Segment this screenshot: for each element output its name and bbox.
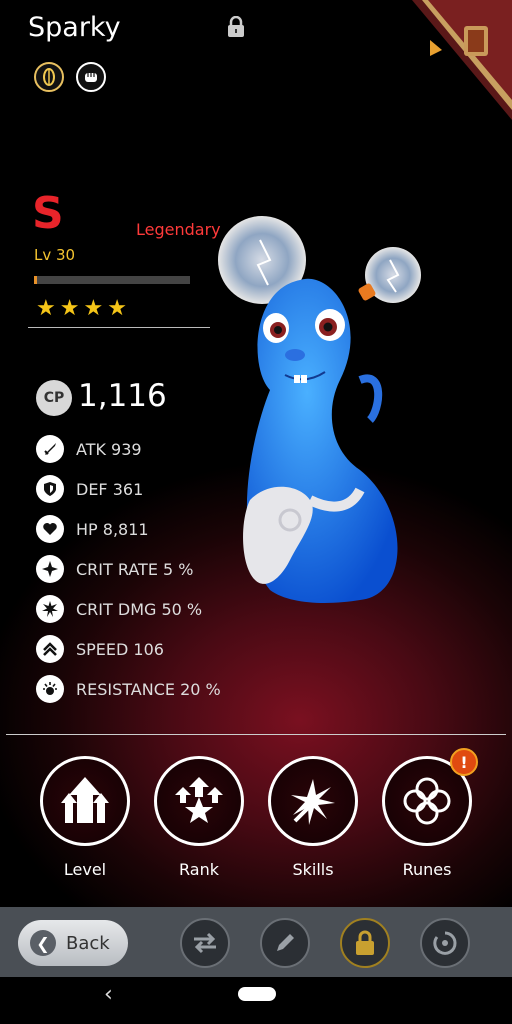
heart-icon [36,515,64,543]
lock-icon[interactable] [226,16,246,38]
rank-button[interactable] [154,756,244,846]
stat-atk: ATK 939 [36,434,142,464]
divider [6,734,506,735]
back-button-label: Back [66,932,110,954]
level-button[interactable] [40,756,130,846]
fist-icon[interactable] [76,62,106,92]
star-icon: ★ [107,296,127,321]
skills-button-label: Skills [292,860,334,879]
level-button-label: Level [63,860,107,879]
back-button[interactable]: ❮ Back [18,920,128,966]
divider [28,327,210,328]
rank-star-icon [175,777,223,823]
runes-knot-icon [403,777,451,825]
swap-arrows-icon [194,932,216,954]
xp-bar-fill [34,276,38,284]
cp-badge: CP [36,380,72,416]
swap-button[interactable] [180,918,230,968]
element-icon[interactable] [34,62,64,92]
level-label: Lv 30 [34,246,76,264]
rank-button-label: Rank [179,860,219,879]
monster-name: Sparky [28,12,121,43]
recycle-button[interactable] [420,918,470,968]
system-home-pill[interactable] [238,987,276,1001]
padlock-icon [356,930,374,955]
runes-alert-badge: ! [450,748,478,776]
monster-illustration [218,216,421,603]
lock-button[interactable] [340,918,390,968]
stat-crit-dmg: CRIT DMG 50 % [36,594,202,624]
resistance-icon [36,675,64,703]
stat-speed: SPEED 106 [36,634,164,664]
star-rating: ★ ★ ★ ★ [36,298,127,320]
stat-resistance: RESISTANCE 20 % [36,674,221,704]
stat-crit-rate: CRIT RATE 5 % [36,554,193,584]
stat-def: DEF 361 [36,474,143,504]
speed-icon [36,635,64,663]
xp-bar [34,276,190,284]
star-icon: ★ [59,296,80,321]
chevron-left-icon: ❮ [30,930,56,956]
star-icon: ★ [36,296,56,321]
skills-burst-icon [291,779,335,825]
star-icon: ★ [83,296,104,321]
sword-icon [36,435,64,463]
rarity-label: Legendary [136,220,221,239]
level-up-arrows-icon [61,777,109,823]
pencil-icon [277,934,294,951]
skills-button[interactable] [268,756,358,846]
runes-button-label: Runes [402,860,452,879]
edit-button[interactable] [260,918,310,968]
stat-hp: HP 8,811 [36,514,149,544]
grade-letter: S [32,188,64,239]
system-back-icon[interactable]: ‹ [104,982,113,1007]
crit-dmg-icon [36,595,64,623]
crit-rate-icon [36,555,64,583]
shield-icon [36,475,64,503]
cp-value: 1,116 [78,378,167,414]
recycle-icon [433,931,457,955]
monster-book-icon[interactable] [412,0,512,120]
